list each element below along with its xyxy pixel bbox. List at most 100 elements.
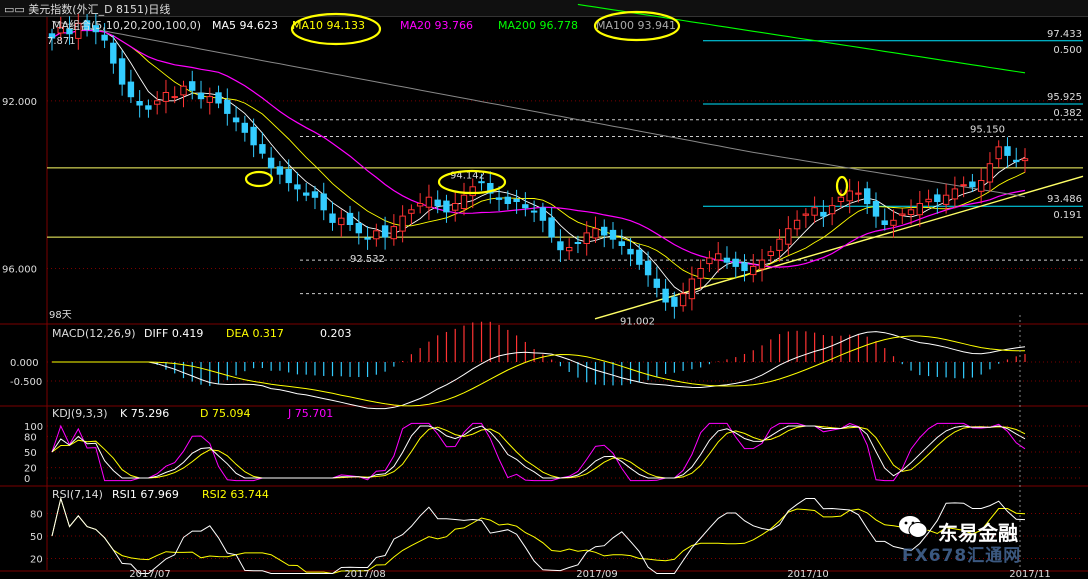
fib-price-label: 95.925 [1047,92,1082,103]
candle-up [793,219,801,230]
candle-up [785,228,792,245]
ma20-line [51,29,1026,268]
candle-up [715,253,722,261]
y-tick-label: 20 [30,555,43,566]
candle-up [154,100,161,105]
candle-down [189,81,196,91]
legend-item: MA5 94.623 [212,19,278,32]
legend-item: MACD(12,26,9) [52,327,136,340]
candle-down [136,101,143,106]
candle-up [162,92,170,102]
candle-down [101,34,108,41]
low-label: 92.532 [350,254,385,265]
ma10-line [51,29,1026,280]
y-tick-label: -0.500 [10,377,42,388]
legend-item: DIFF 0.419 [144,327,203,340]
candle-down [311,191,319,198]
y-tick-label: 50 [30,532,43,543]
candle-down [118,58,126,85]
legend-item: 0.203 [320,327,352,340]
candle-up [776,238,783,251]
candle-down [653,278,660,288]
candle-up [828,205,836,215]
candle-up [180,85,187,96]
candle-down [539,207,547,221]
candle-down [197,92,205,100]
chart-canvas[interactable]: MA组合(5,10,20,200,100,0) MA5 94.623 MA10 94… [0,0,1088,579]
top-price-label: 7.871 [47,36,76,47]
candle-down [232,117,240,123]
y-tick-label: 80 [30,510,43,521]
candle-up [837,196,845,202]
candle-down [303,192,310,196]
y-tick-label: 0 [24,474,30,485]
candle-down [881,220,888,225]
wechat-icon [899,516,928,538]
candle-down [934,194,941,202]
fib-ratio-label: 0.500 [1053,45,1082,56]
y-tick-label: 92.000 [2,97,37,108]
candle-down [548,217,555,238]
candle-up [942,194,950,205]
candle-down [434,199,441,207]
y-tick-label: 50 [24,448,37,459]
candle-down [346,212,354,225]
legend-item: K 75.296 [120,407,169,420]
candle-down [267,157,275,169]
candle-down [522,204,529,209]
y-tick-label: 0.000 [10,358,39,369]
candle-down [609,229,617,240]
legend-item: RSI1 67.969 [112,488,179,501]
legend-item: MA100 93.941 [596,19,676,32]
legend-item: MA20 93.766 [400,19,473,32]
ma100-line [51,20,1026,198]
y-tick-label: 100 [24,422,43,433]
candle-up [960,184,967,187]
legend-item: MA200 96.778 [498,19,578,32]
candle-down [627,248,634,255]
candle-down [329,213,336,223]
candle-down [820,211,827,217]
candle-down [364,237,371,240]
candle-up [758,259,766,270]
candle-down [557,241,564,251]
dea-line [52,335,1025,407]
candle-up [679,293,687,307]
candle-down [495,197,503,200]
highlight-ellipse [835,175,849,197]
candle-down [741,262,748,272]
candle-down [513,198,520,203]
candle-down [285,169,292,184]
ma200-line [577,3,1026,74]
legend-item: MA组合(5,10,20,200,100,0) [52,18,201,32]
candle-up [408,209,415,214]
candle-down [294,184,301,190]
candle-down [644,260,652,276]
candle-down [250,126,257,146]
candle-up [925,198,932,203]
candle-down [443,200,450,213]
candle-down [1004,146,1011,156]
candle-down [355,223,363,234]
candle-up [855,192,862,195]
candle-up [373,230,380,240]
candle-up [890,219,897,226]
candle-up [697,268,704,279]
candle-down [969,181,976,188]
legend-item: KDJ(9,3,3) [52,407,108,420]
candle-up [338,217,345,226]
candle-down [662,288,669,303]
y-tick-label: 80 [24,432,37,443]
candle-down [671,296,678,307]
days-label: 98天 [49,310,72,321]
candle-down [1013,159,1020,163]
candle-up [390,226,398,240]
candle-down [224,99,231,114]
candle-down [145,105,152,110]
candle-up [846,190,853,202]
candle-up [688,278,696,300]
high-label: 95.150 [970,124,1005,135]
legend-item: RSI(7,14) [52,488,103,501]
candle-down [601,226,608,236]
diff-line [52,331,1026,410]
